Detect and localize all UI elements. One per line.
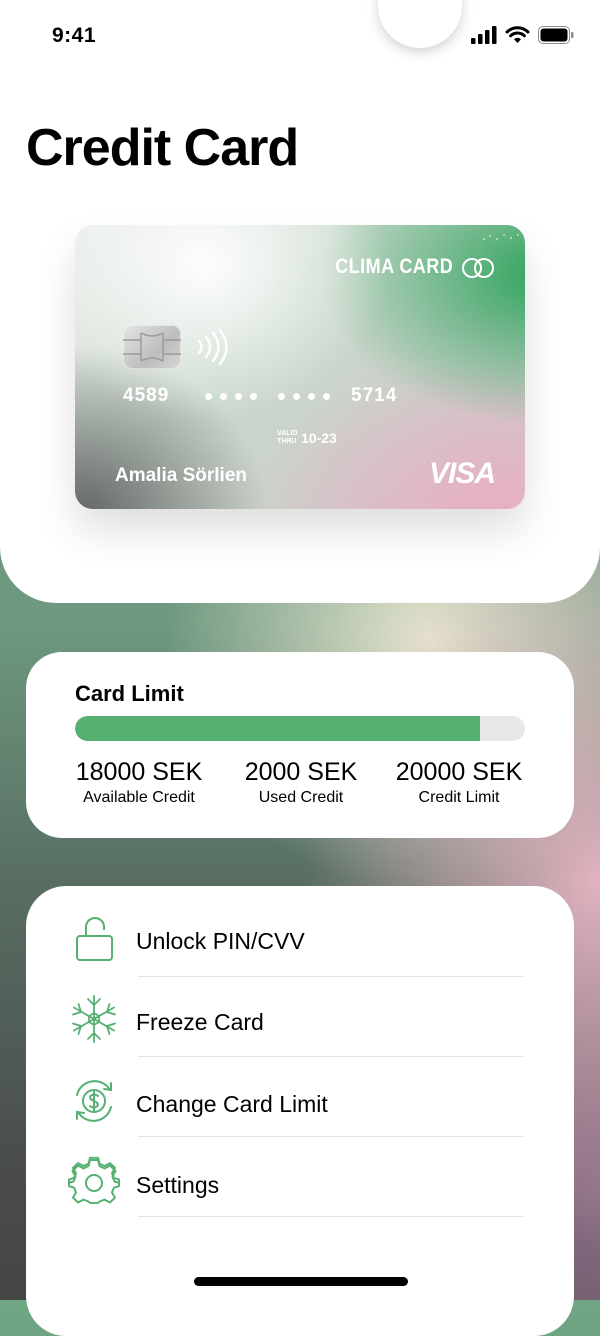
snowflake-icon bbox=[72, 995, 116, 1043]
stat-value: 2000 SEK bbox=[244, 758, 358, 786]
menu-item-label: Change Card Limit bbox=[136, 1091, 328, 1117]
stat-label: Credit Limit bbox=[418, 789, 500, 806]
credit-card[interactable]: CLIMA CARD 4589 5714 VALID THRU 10-23 Am… bbox=[75, 225, 525, 509]
menu-item-settings[interactable]: Settings bbox=[26, 1138, 574, 1218]
page-title: Credit Card bbox=[26, 119, 299, 177]
masked-digits bbox=[205, 393, 257, 400]
stat-label: Used Credit bbox=[258, 789, 344, 806]
stat-value: 20000 SEK bbox=[395, 758, 523, 786]
chip-icon bbox=[123, 325, 181, 369]
credit-usage-bar bbox=[75, 716, 525, 741]
gear-icon bbox=[68, 1156, 120, 1204]
masked-digits bbox=[278, 393, 330, 400]
card-limit-panel: Card Limit 18000 SEK Available Credit 20… bbox=[26, 652, 574, 838]
stat-available: 18000 SEK Available Credit bbox=[63, 758, 215, 807]
card-actions-menu: Unlock PIN/CVV Freeze Card Change Card L… bbox=[26, 886, 574, 1336]
menu-item-label: Freeze Card bbox=[136, 1009, 264, 1035]
unlock-icon bbox=[76, 917, 113, 961]
wifi-icon bbox=[505, 26, 530, 43]
contactless-icon bbox=[197, 329, 228, 365]
stat-label: Available Credit bbox=[83, 789, 195, 806]
visa-logo: VISA bbox=[428, 457, 496, 490]
card-texture bbox=[483, 234, 519, 240]
battery-icon bbox=[538, 26, 574, 44]
card-limit-title: Card Limit bbox=[75, 681, 184, 706]
home-indicator[interactable] bbox=[194, 1277, 408, 1286]
mastercard-icon bbox=[462, 258, 494, 278]
stat-used: 2000 SEK Used Credit bbox=[225, 758, 377, 807]
valid-thru-label: VALID THRU bbox=[277, 430, 298, 445]
card-expiry: 10-23 bbox=[301, 430, 337, 446]
status-icons bbox=[471, 26, 574, 44]
card-number-last: 5714 bbox=[351, 385, 398, 406]
divider bbox=[138, 1216, 524, 1217]
card-holder: Amalia Sörlien bbox=[115, 465, 247, 486]
stat-limit: 20000 SEK Credit Limit bbox=[383, 758, 535, 807]
status-time: 9:41 bbox=[52, 24, 97, 47]
menu-item-change-limit[interactable]: Change Card Limit bbox=[26, 1057, 574, 1137]
card-brand: CLIMA CARD bbox=[334, 255, 453, 278]
menu-item-freeze-card[interactable]: Freeze Card bbox=[26, 975, 574, 1055]
dollar-cycle-icon bbox=[76, 1080, 112, 1122]
credit-usage-fill bbox=[75, 716, 480, 741]
cellular-signal-icon bbox=[471, 26, 497, 44]
menu-item-label: Settings bbox=[136, 1172, 220, 1198]
divider bbox=[138, 1136, 524, 1137]
menu-item-label: Unlock PIN/CVV bbox=[136, 928, 305, 954]
card-number-first: 4589 bbox=[123, 385, 170, 406]
menu-item-unlock-pin[interactable]: Unlock PIN/CVV bbox=[26, 894, 574, 974]
stat-value: 18000 SEK bbox=[75, 758, 203, 786]
